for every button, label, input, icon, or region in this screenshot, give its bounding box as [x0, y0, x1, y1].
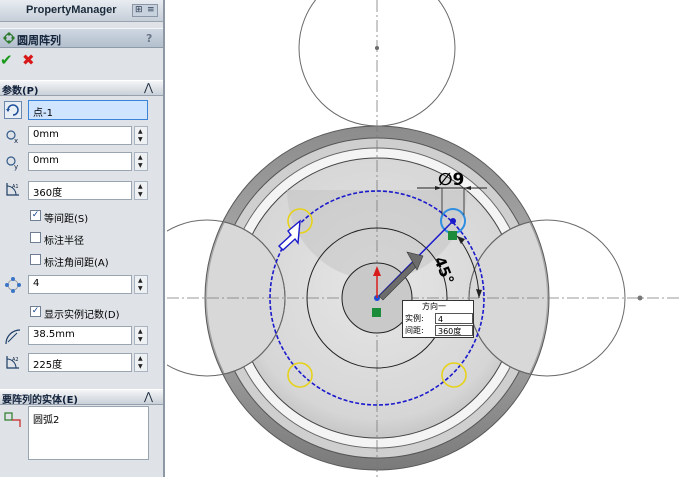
parameters-section-header[interactable]: 参数(P) ⋀ — [0, 80, 163, 97]
tooltip-spacing-label: 间距: — [405, 326, 424, 335]
show-instance-count-checkbox[interactable]: ✓ — [30, 306, 41, 317]
svg-text:x: x — [14, 137, 18, 145]
property-manager-title: PropertyManager — [26, 4, 117, 16]
help-button[interactable]: ? — [146, 32, 152, 45]
parameters-section-label: 参数(P) — [2, 86, 39, 97]
collapse-chevron-icon[interactable]: ⋀ — [144, 81, 153, 94]
radius-stepper[interactable]: ▲ ▼ — [134, 326, 148, 345]
tooltip-spacing-field[interactable]: 360度 — [435, 325, 473, 336]
dimension-angular-label: 标注角间距(A) — [44, 258, 109, 269]
total-angle-stepper[interactable]: ▲ ▼ — [134, 181, 148, 200]
diameter-dimension[interactable]: ∅9 — [438, 170, 464, 190]
collapse-chevron-icon[interactable]: ⋀ — [144, 390, 153, 403]
radius-icon — [5, 329, 21, 345]
equal-spacing-label: 等间距(S) — [44, 214, 89, 225]
instance-count-stepper[interactable]: ▲ ▼ — [134, 275, 148, 294]
feature-title: 圆周阵列 — [17, 34, 61, 47]
cancel-button[interactable]: ✖ — [22, 52, 38, 68]
instance-count-icon — [5, 277, 21, 293]
property-manager-panel: PropertyManager ⊞ ≡ 圆周阵列 ? ✔ ✖ 参数(P) ⋀ 点… — [0, 0, 165, 477]
x-coordinate-stepper[interactable]: ▲ ▼ — [134, 126, 148, 145]
dimension-radius-label: 标注半径 — [44, 236, 84, 247]
svg-text:y: y — [14, 163, 18, 171]
instance-count-field[interactable]: 4 — [28, 275, 132, 294]
graphics-area[interactable]: ∅9 45° 方向一 实例: 4 间距: 360度 — [167, 0, 679, 477]
svg-text:A1: A1 — [12, 184, 19, 190]
ok-button[interactable]: ✔ — [0, 52, 16, 68]
list-item[interactable]: 圆弧2 — [33, 411, 59, 426]
angle2-stepper[interactable]: ▲ ▼ — [134, 353, 148, 372]
tooltip-instances-field[interactable]: 4 — [435, 313, 473, 324]
y-coordinate-stepper[interactable]: ▲ ▼ — [134, 152, 148, 171]
entities-list[interactable]: 圆弧2 — [28, 406, 149, 460]
y-coordinate-icon: y — [6, 156, 18, 171]
svg-text:A2: A2 — [12, 357, 19, 363]
dimension-radius-checkbox[interactable] — [30, 232, 41, 243]
panel-pin-controls[interactable]: ⊞ ≡ — [132, 4, 158, 17]
feature-header: 圆周阵列 ? — [0, 28, 163, 48]
y-coordinate-field[interactable]: 0mm — [28, 152, 132, 171]
x-coordinate-field[interactable]: 0mm — [28, 126, 132, 145]
dimension-angular-checkbox[interactable] — [30, 254, 41, 265]
circular-pattern-icon — [3, 32, 15, 44]
show-instance-count-label: 显示实例记数(D) — [44, 310, 120, 321]
pin-icon[interactable]: ⊞ — [135, 5, 143, 16]
pattern-direction-tooltip: 方向一 实例: 4 间距: 360度 — [402, 300, 474, 338]
radius-field[interactable]: 38.5mm — [28, 326, 132, 345]
model-view — [167, 0, 679, 477]
panel-menu-icon[interactable]: ≡ — [147, 5, 155, 16]
total-angle-icon: A1 — [6, 183, 19, 196]
center-point-selection[interactable]: 点-1 — [28, 100, 148, 120]
tooltip-instances-label: 实例: — [405, 314, 424, 323]
equal-spacing-checkbox[interactable]: ✓ — [30, 210, 41, 221]
x-coordinate-icon: x — [6, 130, 18, 145]
sketch-entity-icon — [4, 412, 21, 427]
entities-section-label: 要阵列的实体(E) — [2, 395, 78, 406]
tooltip-title: 方向一 — [422, 302, 446, 311]
rotate-axis-icon — [4, 101, 22, 119]
total-angle-field[interactable]: 360度 — [28, 181, 132, 200]
entities-section-header[interactable]: 要阵列的实体(E) ⋀ — [0, 389, 163, 406]
angle2-icon: A2 — [6, 356, 19, 369]
property-manager-header: PropertyManager ⊞ ≡ — [0, 0, 163, 22]
angle2-field[interactable]: 225度 — [28, 353, 132, 372]
